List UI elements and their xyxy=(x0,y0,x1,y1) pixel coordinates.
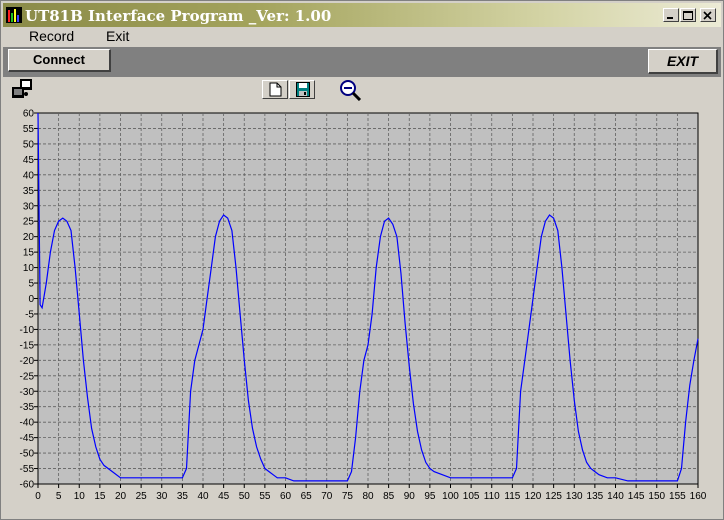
x-tick-label: 5 xyxy=(56,491,62,502)
x-tick-label: 120 xyxy=(525,491,542,502)
x-tick-label: 50 xyxy=(239,491,251,502)
y-tick-label: -20 xyxy=(20,356,35,367)
maximize-button[interactable] xyxy=(680,8,696,22)
main-content: 0 5 10 15 20 25 30 35 40 45 50 55 60 65 70 75 80 85 90 95 10… xyxy=(3,77,721,517)
menu-exit[interactable]: Exit xyxy=(106,28,129,44)
x-tick-label: 125 xyxy=(545,491,562,502)
y-tick-label: -40 xyxy=(20,418,35,429)
y-tick-label: -55 xyxy=(20,464,35,475)
x-tick-label: 15 xyxy=(94,491,106,502)
x-tick-label: 10 xyxy=(74,491,86,502)
maximize-icon xyxy=(683,11,693,20)
command-bar: Connect EXIT xyxy=(3,47,721,77)
exit-button[interactable]: EXIT xyxy=(648,49,718,74)
close-icon xyxy=(703,11,712,20)
title-bar[interactable]: UT81B Interface Program _Ver: 1.00 xyxy=(3,3,721,27)
y-tick-label: -30 xyxy=(20,387,35,398)
y-tick-label: -35 xyxy=(20,402,35,413)
x-tick-label: 35 xyxy=(177,491,189,502)
x-tick-label: 95 xyxy=(424,491,436,502)
x-tick-label: 60 xyxy=(280,491,292,502)
y-tick-label: -45 xyxy=(20,433,35,444)
y-tick-label: -25 xyxy=(20,371,35,382)
x-tick-label: 115 xyxy=(504,491,520,502)
x-tick-label: 55 xyxy=(259,491,271,502)
y-tick-label: 25 xyxy=(23,217,35,228)
x-tick-label: 85 xyxy=(383,491,395,502)
y-tick-label: -5 xyxy=(25,309,34,320)
x-tick-label: 110 xyxy=(484,491,500,502)
x-tick-label: 25 xyxy=(136,491,148,502)
y-tick-label: 5 xyxy=(28,279,34,290)
y-tick-label: -50 xyxy=(20,449,35,460)
x-tick-label: 70 xyxy=(321,491,333,502)
y-tick-label: 45 xyxy=(23,155,35,166)
x-tick-label: 160 xyxy=(690,491,707,502)
y-tick-label: 60 xyxy=(23,109,35,120)
close-button[interactable] xyxy=(700,8,716,22)
y-tick-label: 30 xyxy=(23,201,35,212)
y-tick-label: 10 xyxy=(23,263,35,274)
y-tick-label: 55 xyxy=(23,124,35,135)
y-tick-label: 15 xyxy=(23,248,35,259)
x-tick-label: 130 xyxy=(566,491,583,502)
x-tick-label: 105 xyxy=(463,491,480,502)
minimize-button[interactable] xyxy=(663,8,679,22)
x-tick-label: 0 xyxy=(35,491,41,502)
x-tick-label: 140 xyxy=(607,491,624,502)
menu-bar: Record Exit xyxy=(3,27,721,47)
x-tick-label: 30 xyxy=(156,491,168,502)
x-tick-label: 150 xyxy=(648,491,665,502)
y-tick-label: 50 xyxy=(23,139,35,150)
connect-button[interactable]: Connect xyxy=(8,49,111,72)
minimize-icon xyxy=(667,17,673,19)
menu-record[interactable]: Record xyxy=(29,28,74,44)
x-tick-label: 145 xyxy=(628,491,645,502)
y-tick-label: 0 xyxy=(28,294,34,305)
x-tick-label: 100 xyxy=(442,491,459,502)
app-icon xyxy=(6,7,22,23)
y-tick-label: 20 xyxy=(23,232,35,243)
x-tick-label: 65 xyxy=(301,491,313,502)
x-tick-label: 135 xyxy=(587,491,604,502)
app-window: UT81B Interface Program _Ver: 1.00 Recor… xyxy=(0,0,724,520)
x-tick-label: 90 xyxy=(404,491,416,502)
x-tick-label: 20 xyxy=(115,491,127,502)
y-tick-label: 35 xyxy=(23,186,35,197)
y-tick-label: -15 xyxy=(20,340,35,351)
waveform-chart: 0 5 10 15 20 25 30 35 40 45 50 55 60 65 70 75 80 85 90 95 10… xyxy=(20,109,707,503)
x-tick-label: 75 xyxy=(342,491,354,502)
x-tick-label: 45 xyxy=(218,491,230,502)
x-tick-label: 40 xyxy=(197,491,209,502)
y-tick-label: 40 xyxy=(23,170,35,181)
y-tick-label: -60 xyxy=(20,480,35,491)
x-tick-label: 155 xyxy=(669,491,686,502)
window-title: UT81B Interface Program _Ver: 1.00 xyxy=(25,7,332,25)
y-tick-label: -10 xyxy=(20,325,35,336)
x-tick-label: 80 xyxy=(362,491,374,502)
